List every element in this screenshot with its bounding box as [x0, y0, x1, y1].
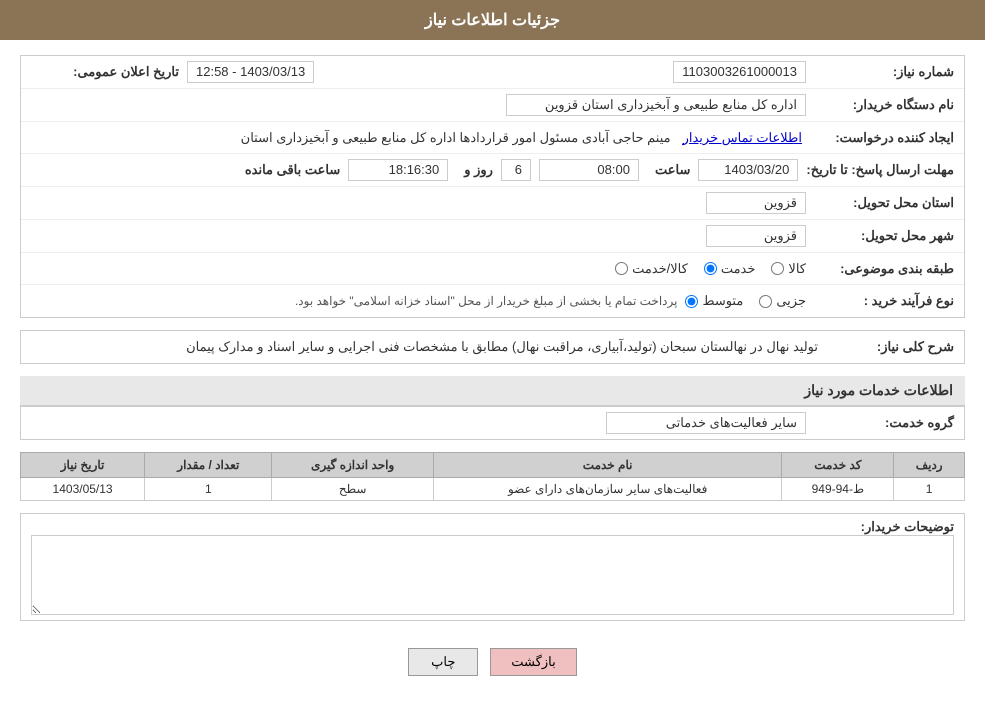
- buyer-notes-section: توضیحات خریدار:: [20, 513, 965, 621]
- radio-khadamat-label: خدمت: [721, 261, 756, 277]
- city-label: شهر محل تحویل:: [814, 228, 954, 244]
- need-number-value: 1103003261000013: [673, 61, 806, 83]
- buyer-org-value: اداره کل منابع طبیعی و آبخیزداری استان ق…: [506, 94, 806, 116]
- th-unit: واحد اندازه گیری: [272, 453, 433, 478]
- creator-value: مینم حاجی آبادی مسئول امور قراردادها ادا…: [237, 128, 675, 148]
- radio-khadamat[interactable]: خدمت: [704, 261, 756, 277]
- page-header: جزئیات اطلاعات نیاز: [0, 0, 985, 40]
- need-desc-value: تولید نهال در نهالستان سبحان (تولید،آبیا…: [31, 337, 826, 357]
- radio-motavaset[interactable]: متوسط: [685, 293, 743, 309]
- service-group-label: گروه خدمت:: [814, 415, 954, 431]
- send-date: 1403/03/20: [698, 159, 798, 181]
- page-wrapper: جزئیات اطلاعات نیاز شماره نیاز: 11030032…: [0, 0, 985, 706]
- need-number-label: شماره نیاز:: [814, 64, 954, 80]
- radio-kala-khadamat[interactable]: کالا/خدمت: [615, 261, 688, 277]
- print-button[interactable]: چاپ: [408, 648, 478, 676]
- radio-kala-input[interactable]: [771, 262, 784, 275]
- page-title: جزئیات اطلاعات نیاز: [425, 12, 560, 29]
- table-row: 1ط-94-949فعالیت‌های سایر سازمان‌های دارا…: [21, 478, 965, 501]
- date-value: 1403/03/13 - 12:58: [187, 61, 314, 83]
- row-send-deadline: مهلت ارسال پاسخ: تا تاریخ: 1403/03/20 سا…: [21, 154, 964, 187]
- cell-name: فعالیت‌های سایر سازمان‌های دارای عضو: [433, 478, 781, 501]
- send-deadline-label: مهلت ارسال پاسخ: تا تاریخ:: [806, 162, 954, 178]
- row-purchase-type: نوع فرآیند خرید : متوسط جزیی پرداخت تمام…: [21, 285, 964, 317]
- province-label: استان محل تحویل:: [814, 195, 954, 211]
- cell-qty: 1: [145, 478, 272, 501]
- row-province: استان محل تحویل: قزوین: [21, 187, 964, 220]
- category-label: طبقه بندی موضوعی:: [814, 261, 954, 277]
- th-date: تاریخ نیاز: [21, 453, 145, 478]
- service-group-value: سایر فعالیت‌های خدماتی: [606, 412, 806, 434]
- creator-link[interactable]: اطلاعات تماس خریدار: [679, 128, 806, 148]
- services-header: اطلاعات خدمات مورد نیاز: [20, 376, 965, 406]
- radio-kala-label: کالا: [788, 261, 806, 277]
- row-buyer-org: نام دستگاه خریدار: اداره کل منابع طبیعی …: [21, 89, 964, 122]
- row-city: شهر محل تحویل: قزوین: [21, 220, 964, 253]
- send-remaining-label: ساعت باقی مانده: [245, 162, 340, 178]
- creator-label: ایجاد کننده درخواست:: [814, 130, 954, 146]
- row-service-group: گروه خدمت: سایر فعالیت‌های خدماتی: [21, 407, 964, 439]
- th-code: کد خدمت: [782, 453, 894, 478]
- province-value: قزوین: [706, 192, 806, 214]
- row-category: طبقه بندی موضوعی: کالا/خدمت خدمت کالا: [21, 253, 964, 285]
- send-remaining: 18:16:30: [348, 159, 448, 181]
- need-desc-label: شرح کلی نیاز:: [834, 339, 954, 355]
- row-need-desc: شرح کلی نیاز: تولید نهال در نهالستان سبح…: [21, 331, 964, 363]
- back-button[interactable]: بازگشت: [490, 648, 576, 676]
- radio-khadamat-input[interactable]: [704, 262, 717, 275]
- row-need-number: شماره نیاز: 1103003261000013 1403/03/13 …: [21, 56, 964, 89]
- radio-kala[interactable]: کالا: [771, 261, 806, 277]
- th-qty: تعداد / مقدار: [145, 453, 272, 478]
- main-form-section: شماره نیاز: 1103003261000013 1403/03/13 …: [20, 55, 965, 318]
- th-name: نام خدمت: [433, 453, 781, 478]
- city-value: قزوین: [706, 225, 806, 247]
- buyer-notes-label: توضیحات خریدار:: [814, 519, 954, 535]
- purchase-note: پرداخت تمام یا بخشی از مبلغ خریدار از مح…: [295, 294, 678, 308]
- radio-jozi[interactable]: جزیی: [759, 293, 806, 309]
- cell-date: 1403/05/13: [21, 478, 145, 501]
- purchase-type-label: نوع فرآیند خرید :: [814, 293, 954, 309]
- send-days: 6: [501, 159, 531, 181]
- need-desc-section: شرح کلی نیاز: تولید نهال در نهالستان سبح…: [20, 330, 965, 364]
- send-time: 08:00: [539, 159, 639, 181]
- row-buyer-notes: توضیحات خریدار:: [21, 514, 964, 620]
- purchase-radio-group: متوسط جزیی: [685, 293, 806, 309]
- cell-code: ط-94-949: [782, 478, 894, 501]
- content-area: شماره نیاز: 1103003261000013 1403/03/13 …: [0, 40, 985, 706]
- category-radio-group: کالا/خدمت خدمت کالا: [615, 261, 806, 277]
- cell-row: 1: [894, 478, 965, 501]
- send-day-label: روز و: [464, 162, 493, 178]
- radio-kala-khadamat-input[interactable]: [615, 262, 628, 275]
- buyer-notes-textarea[interactable]: [31, 535, 954, 615]
- send-time-label: ساعت: [655, 162, 690, 178]
- cell-unit: سطح: [272, 478, 433, 501]
- radio-motavaset-label: متوسط: [702, 293, 743, 309]
- service-group-section: گروه خدمت: سایر فعالیت‌های خدماتی: [20, 406, 965, 440]
- send-deadline-fields: 1403/03/20 ساعت 08:00 6 روز و 18:16:30 س…: [237, 159, 799, 181]
- th-row: ردیف: [894, 453, 965, 478]
- buyer-org-label: نام دستگاه خریدار:: [814, 97, 954, 113]
- services-section: اطلاعات خدمات مورد نیاز گروه خدمت: سایر …: [20, 376, 965, 501]
- row-creator: ایجاد کننده درخواست: اطلاعات تماس خریدار…: [21, 122, 964, 154]
- date-label: تاریخ اعلان عمومی:: [39, 64, 179, 80]
- buttons-row: بازگشت چاپ: [20, 633, 965, 691]
- services-table: ردیف کد خدمت نام خدمت واحد اندازه گیری ت…: [20, 452, 965, 501]
- radio-kala-khadamat-label: کالا/خدمت: [632, 261, 688, 277]
- radio-jozi-label: جزیی: [776, 293, 806, 309]
- radio-jozi-input[interactable]: [759, 295, 772, 308]
- radio-motavaset-input[interactable]: [685, 295, 698, 308]
